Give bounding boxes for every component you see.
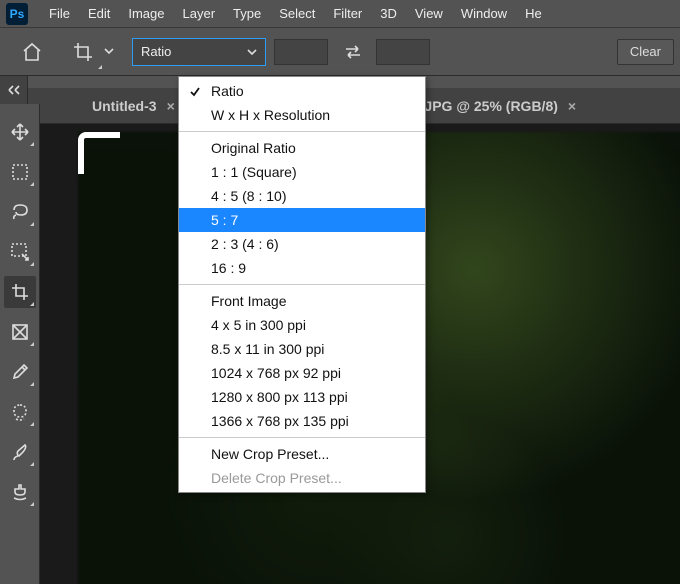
tool-indicator-crop[interactable] <box>66 36 100 68</box>
menu-image[interactable]: Image <box>119 0 173 27</box>
menu-window[interactable]: Window <box>452 0 516 27</box>
dropdown-item-front-image[interactable]: Front Image <box>179 289 425 313</box>
quick-selection-tool[interactable] <box>4 236 36 268</box>
dropdown-item-1366x768-135[interactable]: 1366 x 768 px 135 ppi <box>179 409 425 433</box>
menu-3d[interactable]: 3D <box>371 0 406 27</box>
dropdown-item-delete-preset: Delete Crop Preset... <box>179 466 425 490</box>
menu-type[interactable]: Type <box>224 0 270 27</box>
chevron-down-icon <box>247 47 257 57</box>
dropdown-item-8p5x11-300[interactable]: 8.5 x 11 in 300 ppi <box>179 337 425 361</box>
menu-edit[interactable]: Edit <box>79 0 119 27</box>
home-button[interactable] <box>14 36 50 68</box>
close-icon[interactable]: × <box>568 98 576 114</box>
dropdown-item-2-3[interactable]: 2 : 3 (4 : 6) <box>179 232 425 256</box>
dropdown-item-1-1[interactable]: 1 : 1 (Square) <box>179 160 425 184</box>
dropdown-item-1280x800-113[interactable]: 1280 x 800 px 113 ppi <box>179 385 425 409</box>
crop-overlay-corner[interactable] <box>78 132 120 174</box>
dropdown-item-1024x768-92[interactable]: 1024 x 768 px 92 ppi <box>179 361 425 385</box>
ratio-preset-select[interactable]: Ratio <box>132 38 266 66</box>
frame-tool[interactable] <box>4 316 36 348</box>
tab-label: 2.JPG @ 25% (RGB/8) <box>413 98 558 114</box>
tab-label: Untitled-3 <box>92 98 157 114</box>
chevron-down-icon[interactable] <box>104 43 114 61</box>
separator <box>179 437 425 438</box>
menu-layer[interactable]: Layer <box>174 0 225 27</box>
separator <box>179 284 425 285</box>
dropdown-item-4x5-300[interactable]: 4 x 5 in 300 ppi <box>179 313 425 337</box>
menu-view[interactable]: View <box>406 0 452 27</box>
ratio-preset-dropdown: Ratio W x H x Resolution Original Ratio … <box>178 76 426 493</box>
ratio-select-label: Ratio <box>141 44 171 59</box>
rectangular-marquee-tool[interactable] <box>4 156 36 188</box>
crop-width-field[interactable] <box>274 39 328 65</box>
brush-tool[interactable] <box>4 436 36 468</box>
tools-panel <box>0 104 40 584</box>
clear-button[interactable]: Clear <box>617 39 674 65</box>
move-tool[interactable] <box>4 116 36 148</box>
document-tab[interactable]: Untitled-3 × <box>78 88 189 123</box>
dropdown-item-original-ratio[interactable]: Original Ratio <box>179 136 425 160</box>
dropdown-item-wxh-resolution[interactable]: W x H x Resolution <box>179 103 425 127</box>
crop-height-field[interactable] <box>376 39 430 65</box>
app-logo: Ps <box>6 3 28 25</box>
options-bar: Ratio Clear <box>0 28 680 76</box>
healing-brush-tool[interactable] <box>4 396 36 428</box>
check-icon <box>189 85 201 101</box>
document-tab[interactable]: 2.JPG @ 25% (RGB/8) × <box>399 88 590 123</box>
clone-stamp-tool[interactable] <box>4 476 36 508</box>
eyedropper-tool[interactable] <box>4 356 36 388</box>
close-icon[interactable]: × <box>167 98 175 114</box>
dropdown-item-16-9[interactable]: 16 : 9 <box>179 256 425 280</box>
swap-dimensions-button[interactable] <box>338 39 368 65</box>
dropdown-item-new-preset[interactable]: New Crop Preset... <box>179 442 425 466</box>
menu-bar: Ps File Edit Image Layer Type Select Fil… <box>0 0 680 28</box>
lasso-tool[interactable] <box>4 196 36 228</box>
menu-select[interactable]: Select <box>270 0 324 27</box>
dropdown-item-4-5[interactable]: 4 : 5 (8 : 10) <box>179 184 425 208</box>
dropdown-item-ratio[interactable]: Ratio <box>179 79 425 103</box>
menu-file[interactable]: File <box>40 0 79 27</box>
crop-tool[interactable] <box>4 276 36 308</box>
menu-filter[interactable]: Filter <box>324 0 371 27</box>
separator <box>179 131 425 132</box>
menu-help[interactable]: He <box>516 0 551 27</box>
dropdown-item-5-7[interactable]: 5 : 7 <box>179 208 425 232</box>
expand-panels-button[interactable] <box>0 76 28 104</box>
